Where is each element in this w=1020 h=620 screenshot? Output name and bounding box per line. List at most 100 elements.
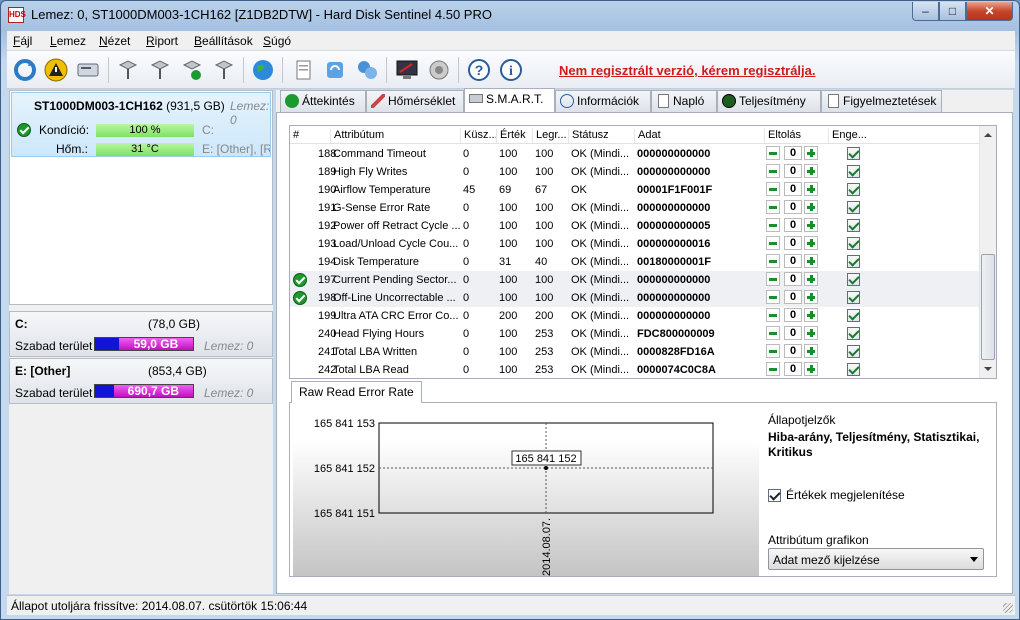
table-row[interactable]: 192 Power off Retract Cycle ... 0 100 100 OK … <box>290 217 980 235</box>
scroll-down-icon[interactable] <box>984 367 992 371</box>
minus-icon[interactable] <box>766 218 780 232</box>
offset-value[interactable]: 0 <box>784 272 802 286</box>
disk-item[interactable]: ST1000DM003-1CH162 (931,5 GB) Lemez: 0 K… <box>11 92 271 157</box>
enabled-checkbox[interactable] <box>847 255 860 268</box>
minus-icon[interactable] <box>766 290 780 304</box>
enabled-checkbox[interactable] <box>847 237 860 250</box>
volume-c[interactable]: C: (78,0 GB) Szabad terület 59,0 GB Leme… <box>9 311 273 357</box>
plus-icon[interactable] <box>804 326 818 340</box>
tab-alerts[interactable]: Figyelmeztetések <box>821 90 942 112</box>
offset-value[interactable]: 0 <box>784 362 802 376</box>
enabled-checkbox[interactable] <box>847 291 860 304</box>
col-status[interactable]: Státusz <box>568 129 609 143</box>
table-row[interactable]: 197 Current Pending Sector... 0 100 100 OK (M… <box>290 271 980 289</box>
table-row[interactable]: 198 Off-Line Uncorrectable ... 0 100 100 OK (… <box>290 289 980 307</box>
enabled-checkbox[interactable] <box>847 363 860 376</box>
maximize-button[interactable]: □ <box>939 2 966 21</box>
report-icon[interactable] <box>290 57 316 83</box>
show-values-label[interactable]: Értékek megjelenítése <box>786 488 905 502</box>
enabled-checkbox[interactable] <box>847 147 860 160</box>
col-id[interactable]: # <box>290 129 299 143</box>
enabled-checkbox[interactable] <box>847 327 860 340</box>
scroll-thumb[interactable] <box>981 254 995 360</box>
plus-icon[interactable] <box>804 344 818 358</box>
tab-smart[interactable]: S.M.A.R.T. <box>464 88 555 112</box>
sync-icon[interactable] <box>322 57 348 83</box>
offset-value[interactable]: 0 <box>784 344 802 358</box>
minus-icon[interactable] <box>766 182 780 196</box>
col-worst[interactable]: Legr... <box>532 129 567 143</box>
resize-grip[interactable] <box>1003 603 1013 613</box>
disk-ok-icon[interactable] <box>179 57 205 83</box>
minus-icon[interactable] <box>766 164 780 178</box>
plus-icon[interactable] <box>804 272 818 286</box>
table-row[interactable]: 188 Command Timeout 0 100 100 OK (Mindi... 000… <box>290 145 980 163</box>
minus-icon[interactable] <box>766 344 780 358</box>
help-icon[interactable]: ? <box>466 57 492 83</box>
offset-value[interactable]: 0 <box>784 236 802 250</box>
enabled-checkbox[interactable] <box>847 273 860 286</box>
volume-e[interactable]: E: [Other] (853,4 GB) Szabad terület 690… <box>9 358 273 404</box>
plus-icon[interactable] <box>804 200 818 214</box>
enabled-checkbox[interactable] <box>847 165 860 178</box>
table-row[interactable]: 191 G-Sense Error Rate 0 100 100 OK (Mindi...… <box>290 199 980 217</box>
minus-icon[interactable] <box>766 254 780 268</box>
menu-help[interactable]: Súgó <box>263 34 291 48</box>
enabled-checkbox[interactable] <box>847 183 860 196</box>
table-row[interactable]: 240 Head Flying Hours 0 100 253 OK (Mindi... F… <box>290 325 980 343</box>
title-bar[interactable]: HDS Lemez: 0, ST1000DM003-1CH162 [Z1DB2D… <box>1 1 1019 29</box>
col-value[interactable]: Érték <box>496 129 526 143</box>
offset-value[interactable]: 0 <box>784 308 802 322</box>
offset-value[interactable]: 0 <box>784 200 802 214</box>
disk-surface-icon[interactable] <box>147 57 173 83</box>
minus-icon[interactable] <box>766 272 780 286</box>
show-values-checkbox[interactable] <box>768 489 781 502</box>
disk-test-icon[interactable] <box>115 57 141 83</box>
minus-icon[interactable] <box>766 308 780 322</box>
offset-value[interactable]: 0 <box>784 218 802 232</box>
col-data[interactable]: Adat <box>634 129 661 143</box>
col-enabled[interactable]: Enge... <box>828 129 867 143</box>
minimize-button[interactable]: – <box>912 2 939 21</box>
plus-icon[interactable] <box>804 236 818 250</box>
monitor-icon[interactable] <box>394 57 420 83</box>
attribute-graph-select[interactable]: Adat mező kijelzése <box>768 548 984 570</box>
table-row[interactable]: 242 Total LBA Read 0 100 253 OK (Mindi... 0000… <box>290 361 980 378</box>
plus-icon[interactable] <box>804 254 818 268</box>
tab-raw-read-error-rate[interactable]: Raw Read Error Rate <box>291 381 422 403</box>
enabled-checkbox[interactable] <box>847 309 860 322</box>
col-attribute[interactable]: Attribútum <box>330 129 384 143</box>
plus-icon[interactable] <box>804 362 818 376</box>
col-threshold[interactable]: Küsz... <box>460 129 498 143</box>
minus-icon[interactable] <box>766 362 780 376</box>
minus-icon[interactable] <box>766 236 780 250</box>
enabled-checkbox[interactable] <box>847 345 860 358</box>
menu-report[interactable]: Riport <box>146 34 178 48</box>
table-row[interactable]: 190 Airflow Temperature 45 69 67 OK 00001F1F00… <box>290 181 980 199</box>
enabled-checkbox[interactable] <box>847 201 860 214</box>
table-row[interactable]: 189 High Fly Writes 0 100 100 OK (Mindi... 000… <box>290 163 980 181</box>
minus-icon[interactable] <box>766 200 780 214</box>
offset-value[interactable]: 0 <box>784 254 802 268</box>
info-icon[interactable]: i <box>498 57 524 83</box>
table-row[interactable]: 193 Load/Unload Cycle Cou... 0 100 100 OK (Mi… <box>290 235 980 253</box>
disk-icon[interactable] <box>75 57 101 83</box>
refresh-icon[interactable] <box>12 57 38 83</box>
menu-file[interactable]: Fájl <box>13 34 32 48</box>
minus-icon[interactable] <box>766 326 780 340</box>
offset-value[interactable]: 0 <box>784 290 802 304</box>
tab-log[interactable]: Napló <box>651 90 717 112</box>
offset-value[interactable]: 0 <box>784 182 802 196</box>
table-row[interactable]: 241 Total LBA Written 0 100 253 OK (Mindi... 0… <box>290 343 980 361</box>
offset-value[interactable]: 0 <box>784 326 802 340</box>
tab-overview[interactable]: Áttekintés <box>280 90 366 112</box>
tab-performance[interactable]: Teljesítmény <box>717 90 821 112</box>
col-offset[interactable]: Eltolás <box>764 129 801 143</box>
plus-icon[interactable] <box>804 218 818 232</box>
scroll-up-icon[interactable] <box>984 133 992 137</box>
table-row[interactable]: 199 Ultra ATA CRC Error Co... 0 200 200 OK (M… <box>290 307 980 325</box>
tab-temperature[interactable]: Hőmérséklet <box>366 90 464 112</box>
warning-icon[interactable] <box>43 57 69 83</box>
plus-icon[interactable] <box>804 146 818 160</box>
offset-value[interactable]: 0 <box>784 164 802 178</box>
